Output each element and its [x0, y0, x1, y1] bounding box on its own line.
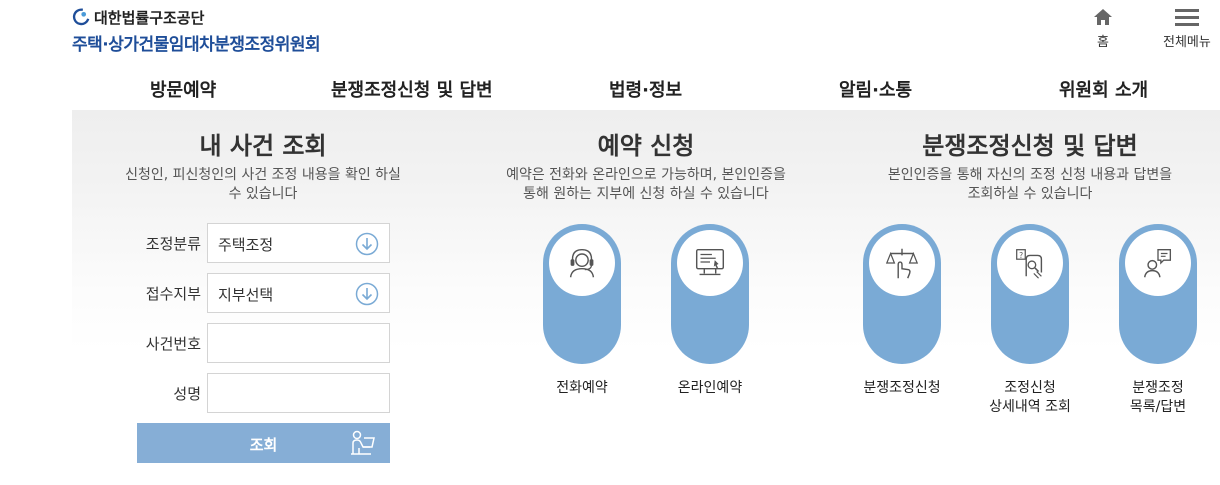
- dispute-list-button[interactable]: [1119, 224, 1197, 364]
- home-label: 홈: [1097, 35, 1109, 50]
- category-label: 조정분류: [145, 235, 201, 253]
- all-menu-label: 전체메뉴: [1163, 35, 1211, 50]
- site-logo[interactable]: 대한법률구조공단 주택·상가건물임대차분쟁조정위원회: [72, 6, 321, 56]
- nav-item-dispute[interactable]: 분쟁조정신청 및 답변: [331, 76, 493, 102]
- dispute-apply-label[interactable]: 분쟁조정신청: [842, 379, 962, 398]
- online-reservation-button[interactable]: [671, 224, 749, 364]
- online-reservation-label[interactable]: 온라인예약: [660, 379, 760, 398]
- branch-label: 접수지부: [145, 285, 201, 303]
- phone-reservation-button[interactable]: [543, 224, 621, 364]
- chat-person-icon: [1143, 249, 1172, 278]
- hamburger-icon: [1174, 9, 1199, 26]
- detail-lookup-line1: 조정신청: [1004, 380, 1056, 396]
- computer-icon: [695, 248, 725, 276]
- scales-hand-icon: [885, 248, 919, 279]
- detail-lookup-line2: 상세내역 조회: [989, 399, 1071, 415]
- document-search-icon: ?: [1016, 249, 1043, 279]
- lookup-desc-line2: 수 있습니다: [228, 186, 298, 202]
- reservation-desc-line2: 통해 원하는 지부에 신청 하실 수 있습니다: [523, 186, 769, 202]
- dispute-list-label[interactable]: 분쟁조정 목록/답변: [1098, 379, 1218, 417]
- all-menu-button[interactable]: 전체메뉴: [1163, 8, 1211, 50]
- dispute-list-line1: 분쟁조정: [1132, 380, 1184, 396]
- reservation-desc-line1: 예약은 전화와 온라인으로 가능하며, 본인인증을: [506, 167, 786, 183]
- dispute-title: 분쟁조정신청 및 답변: [922, 132, 1138, 160]
- dispute-apply-button[interactable]: [863, 224, 941, 364]
- chevron-down-icon: [355, 232, 379, 256]
- dispute-list-line2: 목록/답변: [1129, 399, 1187, 415]
- case-number-field[interactable]: [207, 323, 390, 363]
- nav-item-law[interactable]: 법령·정보: [609, 76, 682, 102]
- org-emblem-icon: [72, 8, 90, 26]
- search-button[interactable]: 조회: [137, 423, 390, 463]
- reservation-title: 예약 신청: [597, 132, 695, 160]
- home-icon: [1094, 9, 1112, 25]
- chevron-down-icon: [355, 282, 379, 306]
- committee-name: 주택·상가건물임대차분쟁조정위원회: [72, 35, 321, 55]
- home-button[interactable]: 홈: [1093, 8, 1113, 50]
- global-nav: 방문예약 분쟁조정신청 및 답변 법령·정보 알림·소통 위원회 소개: [0, 72, 1220, 106]
- person-desk-icon: [351, 430, 375, 455]
- nav-item-about[interactable]: 위원회 소개: [1059, 76, 1148, 102]
- name-field[interactable]: [207, 373, 390, 413]
- dispute-desc-line1: 본인인증을 통해 자신의 조정 신청 내용과 답변을: [887, 167, 1173, 183]
- nav-item-visit[interactable]: 방문예약: [150, 76, 216, 102]
- branch-select[interactable]: 지부선택: [207, 273, 390, 313]
- name-input[interactable]: [208, 374, 389, 412]
- phone-reservation-label[interactable]: 전화예약: [532, 379, 632, 398]
- org-name: 대한법률구조공단: [94, 8, 205, 27]
- lookup-title: 내 사건 조회: [199, 132, 327, 160]
- detail-lookup-label[interactable]: 조정신청 상세내역 조회: [970, 379, 1090, 417]
- svg-text:?: ?: [1019, 251, 1023, 260]
- branch-value: 지부선택: [218, 286, 274, 304]
- lookup-desc-line1: 신청인, 피신청인의 사건 조정 내용을 확인 하실: [125, 167, 401, 183]
- category-value: 주택조정: [218, 236, 274, 254]
- nav-item-notice[interactable]: 알림·소통: [839, 76, 912, 102]
- detail-lookup-button[interactable]: ?: [991, 224, 1069, 364]
- name-label: 성명: [173, 385, 201, 403]
- case-number-label: 사건번호: [145, 335, 201, 353]
- category-select[interactable]: 주택조정: [207, 223, 390, 263]
- headset-icon: [569, 248, 595, 278]
- dispute-desc-line2: 조회하실 수 있습니다: [967, 186, 1093, 202]
- case-number-input[interactable]: [208, 324, 389, 362]
